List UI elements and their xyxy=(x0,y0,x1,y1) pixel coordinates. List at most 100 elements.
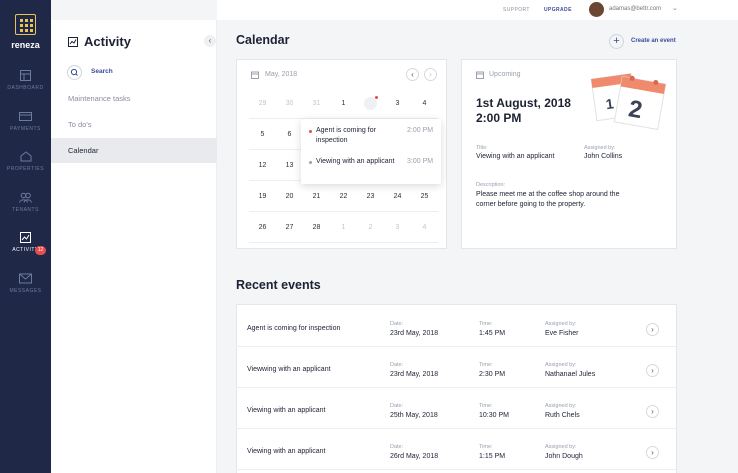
open-event-button[interactable]: › xyxy=(646,364,659,377)
create-event-label[interactable]: Create an event xyxy=(631,38,676,44)
collapse-panel-icon[interactable]: ‹ xyxy=(204,35,216,47)
calendar-month: May, 2018 xyxy=(265,71,298,78)
event-date: 23rd May, 2018 xyxy=(390,330,439,337)
chevron-down-icon[interactable]: ⌄ xyxy=(672,4,678,12)
open-event-button[interactable]: › xyxy=(646,405,659,418)
payments-icon xyxy=(19,112,32,121)
properties-icon xyxy=(20,151,31,162)
event-row[interactable]: Viewwing with an applicant Date: 23rd May,… xyxy=(236,348,676,388)
popup-event-title[interactable]: Agent is coming for inspection xyxy=(316,126,396,146)
dashboard-icon xyxy=(20,70,31,81)
calendar-day[interactable]: 22 xyxy=(330,181,357,212)
calendar-day[interactable]: 3 xyxy=(384,212,411,243)
event-dot xyxy=(375,96,378,99)
event-row[interactable]: Agent is coming for inspection Date: 23rd … xyxy=(236,307,676,347)
event-time: 10:30 PM xyxy=(479,412,509,419)
event-time: 1:15 PM xyxy=(479,453,506,460)
nav-item-payments[interactable]: PAYMENTS xyxy=(0,111,51,132)
event-title: Viewwing with an applicant xyxy=(247,366,331,373)
prev-month-button[interactable]: ‹ xyxy=(406,68,419,81)
top-bar: SUPPORT UPGRADE adamas@bettr.com ⌄ xyxy=(217,0,738,20)
event-assigned: John Dough xyxy=(545,453,583,460)
date-label: Date: xyxy=(390,362,404,368)
chevron-right-icon: › xyxy=(651,366,654,375)
next-month-button[interactable]: › xyxy=(424,68,437,81)
assigned-label: Assigned by: xyxy=(545,444,577,450)
nav-label: MESSAGES xyxy=(9,288,42,294)
event-row[interactable]: Viewing with an applicant Date: 26rd May, … xyxy=(236,430,676,470)
assigned-label: Assigned by: xyxy=(545,362,577,368)
calendar-day[interactable]: 5 xyxy=(249,119,276,150)
calendar-day[interactable]: 1 xyxy=(330,212,357,243)
calendar-day[interactable]: 29 xyxy=(249,88,276,119)
recent-events-title: Recent events xyxy=(236,278,321,292)
nav-item-messages[interactable]: MESSAGES xyxy=(0,273,51,294)
description-line: corner before going to the property. xyxy=(476,201,586,208)
calendar-day[interactable]: 2 xyxy=(357,212,384,243)
panel-item-maintenance[interactable]: Maintenance tasks xyxy=(51,86,217,111)
nav-label: PAYMENTS xyxy=(10,126,41,132)
calendar-illustration-icon: 1 2 xyxy=(590,73,667,130)
upcoming-label: Upcoming xyxy=(489,71,521,78)
calendar-icon xyxy=(476,71,484,79)
activity-icon xyxy=(20,232,31,243)
nav-item-tenants[interactable]: TENANTS xyxy=(0,192,51,213)
event-title: Agent is coming for inspection xyxy=(247,325,341,332)
calendar-icon xyxy=(251,71,259,79)
date-label: Date: xyxy=(390,444,404,450)
panel-item-calendar[interactable]: Calendar xyxy=(51,138,217,163)
calendar-day[interactable]: 27 xyxy=(276,212,303,243)
calendar-day[interactable]: 23 xyxy=(357,181,384,212)
activity-panel: Activity ‹ Search Maintenance tasks To d… xyxy=(51,20,217,473)
calendar-day[interactable]: 4 xyxy=(411,212,438,243)
event-row[interactable]: Viewing with an applicant Date: 25th May, … xyxy=(236,389,676,429)
calendar-day[interactable]: 19 xyxy=(249,181,276,212)
messages-icon xyxy=(19,273,32,284)
open-event-button[interactable]: › xyxy=(646,323,659,336)
activity-count-badge: 12 xyxy=(35,246,46,255)
user-email[interactable]: adamas@bettr.com xyxy=(609,6,661,12)
panel-title: Activity xyxy=(84,34,131,49)
calendar-day[interactable]: 3 xyxy=(384,88,411,119)
event-assigned: Nathanael Jules xyxy=(545,371,596,378)
calendar-day[interactable]: 28 xyxy=(303,212,330,243)
assigned-value: John Collins xyxy=(584,153,623,160)
search-label[interactable]: Search xyxy=(91,68,113,75)
calendar-day[interactable]: 20 xyxy=(276,181,303,212)
upgrade-link[interactable]: UPGRADE xyxy=(544,7,572,13)
time-label: Time: xyxy=(479,403,493,409)
calendar-day[interactable]: 2 xyxy=(357,88,384,119)
chevron-right-icon: › xyxy=(429,70,432,79)
nav-item-dashboard[interactable]: DASHBOARD xyxy=(0,70,51,91)
calendar-day[interactable]: 30 xyxy=(276,88,303,119)
assigned-label: Assigned by: xyxy=(584,145,616,151)
calendar-day[interactable]: 21 xyxy=(303,181,330,212)
popup-event-title[interactable]: Viewing with an applicant xyxy=(316,157,396,167)
create-event-button[interactable]: + xyxy=(609,34,624,49)
description-line: Please meet me at the coffee shop around… xyxy=(476,191,620,198)
calendar-day[interactable]: 24 xyxy=(384,181,411,212)
reneza-logo-icon[interactable] xyxy=(15,14,36,35)
open-event-button[interactable]: › xyxy=(646,446,659,459)
calendar-day[interactable]: 6 xyxy=(276,119,303,150)
description-label: Description: xyxy=(476,182,506,188)
search-button[interactable] xyxy=(67,65,82,80)
event-status-dot xyxy=(309,130,312,133)
calendar-day[interactable]: 26 xyxy=(249,212,276,243)
calendar-day[interactable]: 4 xyxy=(411,88,438,119)
title-value: Viewing with an applicant xyxy=(476,153,555,160)
event-time: 2:30 PM xyxy=(479,371,506,378)
avatar[interactable] xyxy=(589,2,604,17)
support-link[interactable]: SUPPORT xyxy=(503,7,530,13)
calendar-day[interactable]: 31 xyxy=(303,88,330,119)
event-date: 23rd May, 2018 xyxy=(390,371,439,378)
upcoming-card: Upcoming 1 2 1st August, 2018 2:00 PM Ti… xyxy=(461,59,677,249)
nav-item-properties[interactable]: PROPERTIES xyxy=(0,151,51,172)
calendar-day[interactable]: 12 xyxy=(249,150,276,181)
event-time: 1:45 PM xyxy=(479,330,506,337)
calendar-day[interactable]: 25 xyxy=(411,181,438,212)
chevron-right-icon: › xyxy=(651,407,654,416)
calendar-day[interactable]: 13 xyxy=(276,150,303,181)
calendar-day[interactable]: 1 xyxy=(330,88,357,119)
panel-item-todos[interactable]: To do's xyxy=(51,112,217,137)
